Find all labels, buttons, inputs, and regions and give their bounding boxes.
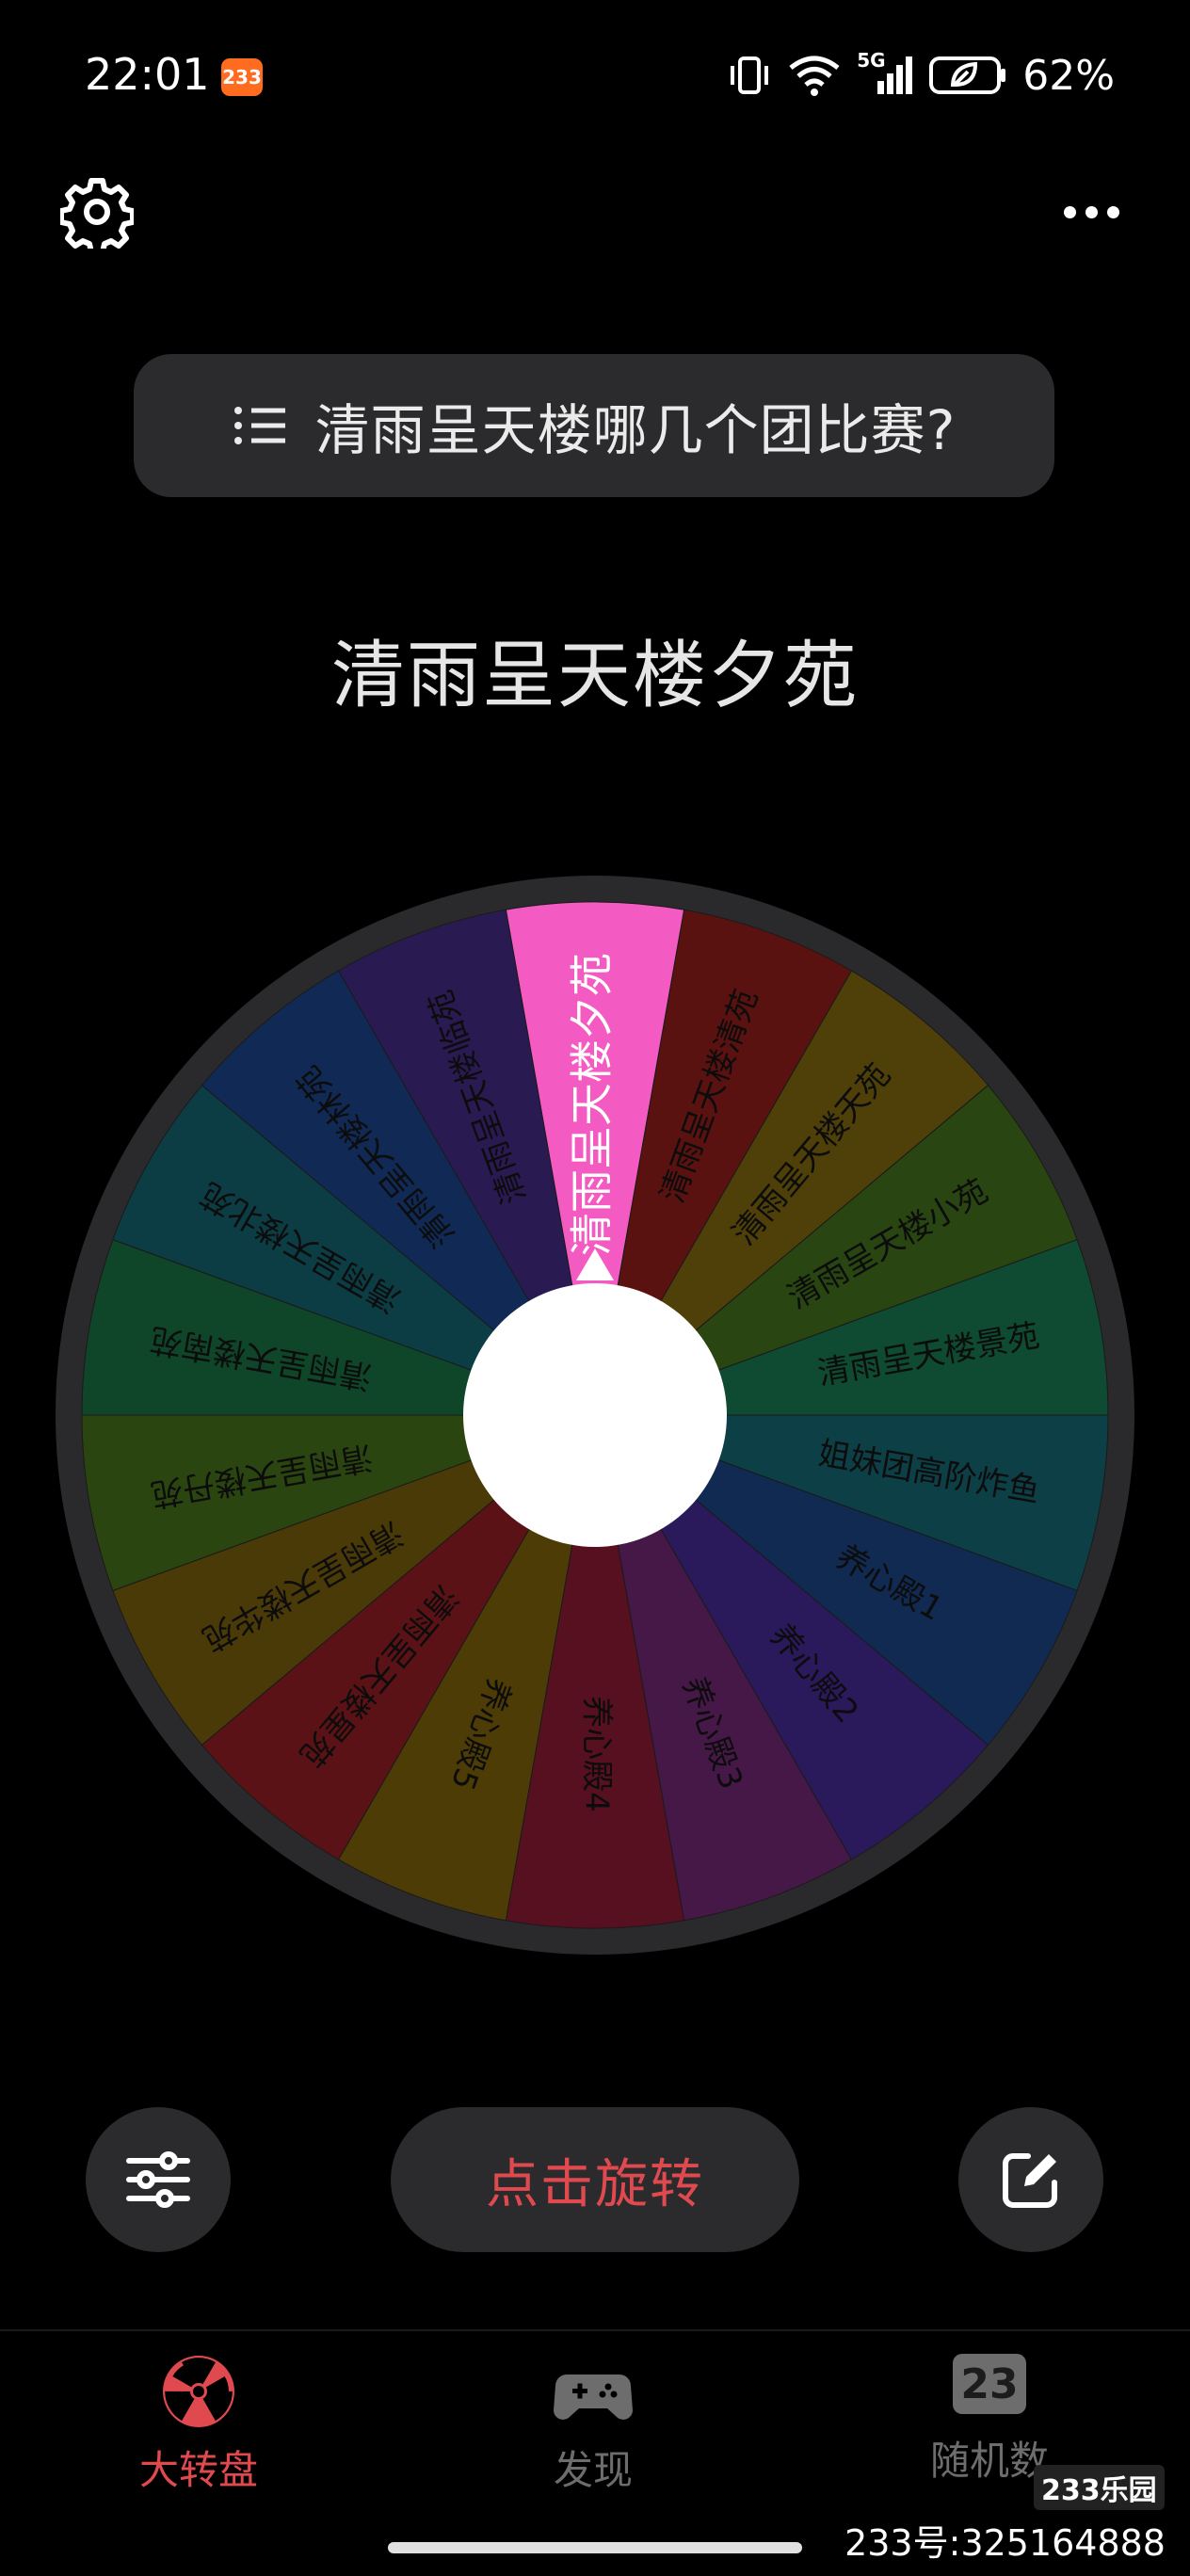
home-indicator[interactable] <box>388 2542 802 2553</box>
tab-label: 大转盘 <box>138 2447 258 2493</box>
more-button[interactable] <box>1049 171 1134 252</box>
tab-label: 发现 <box>553 2447 633 2493</box>
tab-big-wheel[interactable]: 大转盘 <box>76 2354 321 2496</box>
edit-icon <box>1003 2153 1057 2208</box>
gear-icon <box>60 178 134 249</box>
radiation-icon <box>163 2356 234 2427</box>
vibrate-icon <box>731 56 769 94</box>
status-icons: 5G 62% <box>727 49 1115 102</box>
filter-button[interactable] <box>86 2107 231 2252</box>
cellular-signal-icon: 5G <box>857 49 913 98</box>
question-text: 清雨呈天楼哪几个团比赛? <box>314 398 957 462</box>
tab-discover[interactable]: 发现 <box>471 2354 716 2496</box>
more-dot <box>1085 205 1098 218</box>
spin-button[interactable]: 点击旋转 <box>391 2107 799 2252</box>
settings-button[interactable] <box>56 171 137 252</box>
edit-button[interactable] <box>958 2107 1103 2252</box>
tab-label: 随机数 <box>929 2438 1049 2484</box>
battery-saver-icon <box>929 56 1006 94</box>
status-time: 22:01 <box>85 49 210 100</box>
more-horizontal-icon <box>1063 205 1076 218</box>
wheel-svg[interactable]: 清雨呈天楼夕苑 清雨呈天楼清苑清雨呈天楼天苑清雨呈天楼小苑清雨呈天楼景苑姐妹团高阶… <box>56 876 1134 1955</box>
question-selector[interactable]: 清雨呈天楼哪几个团比赛? <box>134 354 1054 497</box>
spin-wheel[interactable]: 清雨呈天楼夕苑 清雨呈天楼清苑 清雨呈天楼天苑 清雨呈天楼小苑 清雨呈天楼景苑 姐妹团高阶… <box>56 876 1134 1955</box>
wheel-segment-label: 清雨呈天楼夕苑 <box>567 953 618 1256</box>
watermark-logo: 233乐园 <box>1034 2465 1165 2510</box>
battery-percent: 62% <box>1022 51 1115 100</box>
wifi-icon <box>789 56 840 96</box>
wheel-segment-label: 养心殿4 <box>578 1696 616 1812</box>
number-icon: 23 <box>953 2354 1026 2414</box>
spin-result: 清雨呈天楼夕苑 <box>330 634 859 718</box>
sliders-icon <box>126 2151 190 2208</box>
tabbar-divider <box>0 2329 1190 2331</box>
gamepad-icon <box>554 2375 633 2420</box>
watermark-id: 233号:325164888 <box>844 2522 1166 2564</box>
app-badge-icon: 233 <box>221 58 263 96</box>
more-dot <box>1106 205 1119 218</box>
list-icon <box>233 407 285 444</box>
